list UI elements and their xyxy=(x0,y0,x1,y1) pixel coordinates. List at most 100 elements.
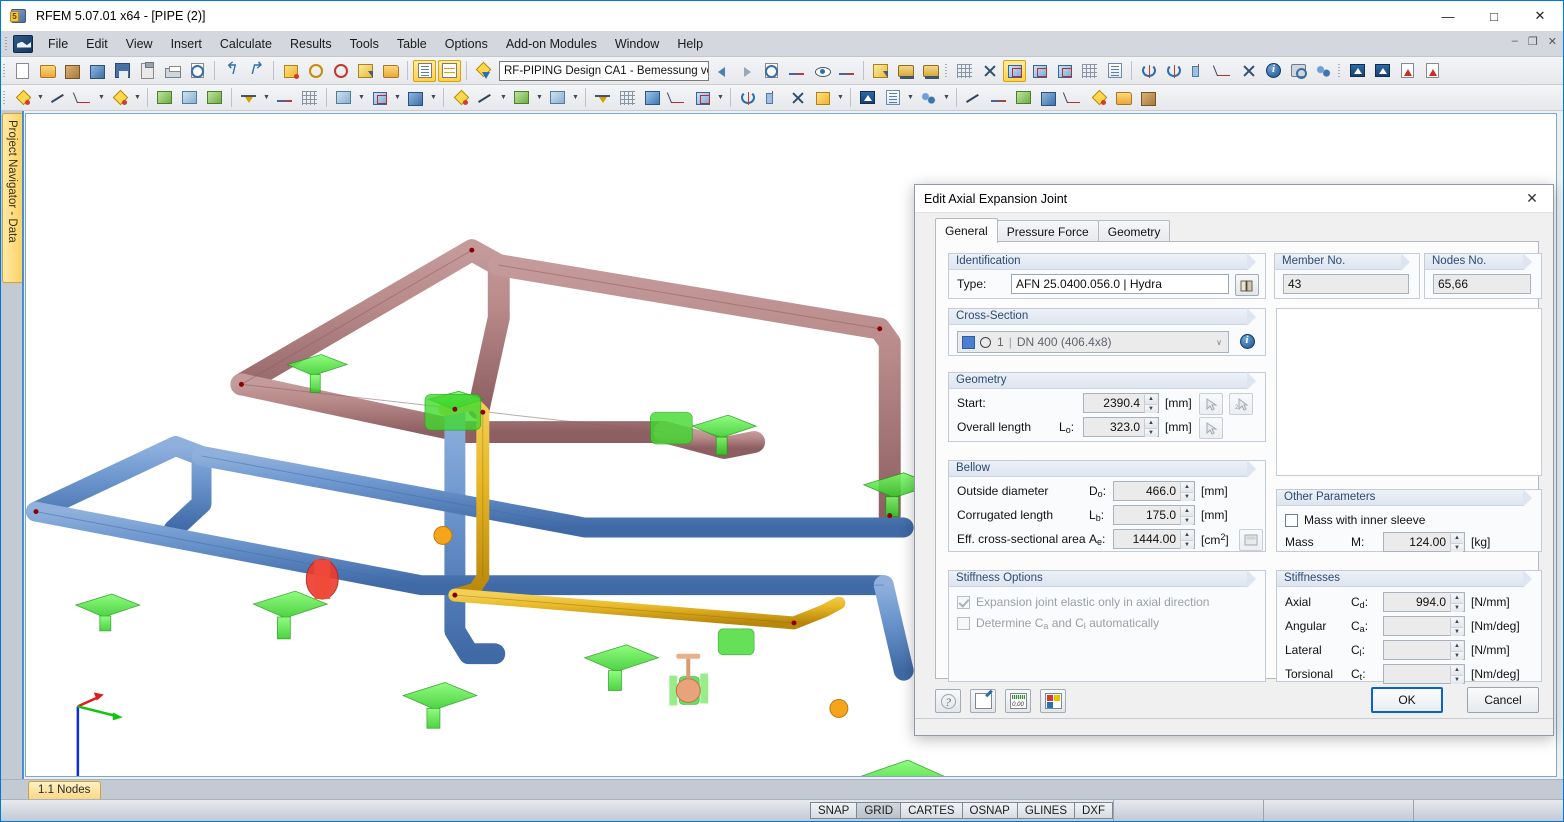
undo-button[interactable] xyxy=(220,59,243,82)
status-toggle-osnap[interactable]: OSNAP xyxy=(961,802,1018,819)
tab-nodes[interactable]: 1.1 Nodes xyxy=(28,781,102,800)
tab-geometry[interactable]: Geometry xyxy=(1097,220,1171,243)
new-surface-button[interactable] xyxy=(153,87,176,109)
tool-extra-21-button[interactable] xyxy=(1062,87,1085,109)
nav-back-button[interactable] xyxy=(710,60,733,82)
tool-extra-9-button[interactable] xyxy=(691,87,714,109)
tool-extra-11-button[interactable] xyxy=(761,87,784,109)
member-no-field[interactable]: 43 xyxy=(1283,274,1409,294)
tool-extra-13-button[interactable] xyxy=(811,87,834,109)
addon-module-button[interactable] xyxy=(472,60,495,82)
delete-node-button[interactable] xyxy=(1237,60,1260,82)
toolbar-grip-icon[interactable] xyxy=(1,89,8,107)
new-opening-button[interactable] xyxy=(368,87,391,109)
axonometric-view-button[interactable] xyxy=(1003,59,1026,82)
cross-section-combo[interactable]: 1 | DN 400 (406.4x8) ∨ xyxy=(957,331,1229,353)
geometry-start-pick2-button[interactable]: 2 xyxy=(1229,393,1253,415)
menu-file[interactable]: File xyxy=(39,34,77,54)
print-report-button[interactable] xyxy=(760,60,783,82)
geometry-start-field[interactable]: 2390.4 ▲ ▼ xyxy=(1083,393,1159,413)
mdi-restore-button[interactable]: ❐ xyxy=(1526,35,1540,48)
stiffness-lateral-spinner[interactable]: ▲ ▼ xyxy=(1450,642,1463,660)
mirror-button[interactable] xyxy=(1187,60,1210,82)
ok-button[interactable]: OK xyxy=(1371,687,1443,713)
status-toggle-snap[interactable]: SNAP xyxy=(810,802,858,819)
tool-extra-18-button[interactable] xyxy=(987,87,1010,109)
menu-view[interactable]: View xyxy=(117,34,162,54)
generate-button[interactable] xyxy=(279,60,302,82)
tool-extra-15-button[interactable] xyxy=(881,87,904,109)
cancel-button[interactable]: Cancel xyxy=(1467,687,1539,713)
clipboard-button[interactable] xyxy=(136,60,159,82)
close-button[interactable]: ✕ xyxy=(1517,1,1563,31)
module-combo[interactable]: RF-PIPING Design CA1 - Bemessung vo ▾ xyxy=(499,60,709,81)
tool-extra-3-button[interactable] xyxy=(510,87,533,109)
pdf-export-button[interactable] xyxy=(1396,60,1419,82)
new-support-dropdown[interactable]: ▼ xyxy=(261,87,272,109)
library-button[interactable] xyxy=(1235,274,1259,296)
checkbox-determine-automatically[interactable]: Determine Ca and Cl automatically xyxy=(957,616,1159,631)
redo-button[interactable] xyxy=(245,59,268,82)
bellow-area-calc-button[interactable] xyxy=(1239,529,1263,551)
tool-extra-4-dropdown[interactable]: ▼ xyxy=(570,87,581,109)
stiffness-angular-spinner[interactable]: ▲ ▼ xyxy=(1450,618,1463,636)
dimension-button[interactable] xyxy=(785,60,808,82)
new-load-button[interactable] xyxy=(332,87,355,109)
view-yz-button[interactable] xyxy=(1053,60,1076,82)
bellow-area-field[interactable]: 1444.00 ▲ ▼ xyxy=(1113,529,1195,549)
tool-extra-16-dropdown[interactable]: ▼ xyxy=(941,87,952,109)
maximize-button[interactable]: □ xyxy=(1471,1,1517,31)
tool-extra-1-button[interactable] xyxy=(449,87,472,109)
mdi-close-button[interactable]: ✕ xyxy=(1546,35,1559,48)
settings-button[interactable] xyxy=(1312,60,1335,82)
tab-general[interactable]: General xyxy=(935,218,998,243)
tool-extra-5-button[interactable] xyxy=(591,87,614,109)
bellow-cl-spinner[interactable]: ▲ ▼ xyxy=(1180,507,1193,525)
minimize-button[interactable]: — xyxy=(1425,1,1471,31)
fe-mesh-button[interactable] xyxy=(1078,60,1101,82)
geometry-length-pick-button[interactable] xyxy=(1199,417,1223,439)
comment-button[interactable] xyxy=(970,689,996,713)
menu-window[interactable]: Window xyxy=(606,34,668,54)
tool-extra-4-button[interactable] xyxy=(546,87,569,109)
bellow-cl-field[interactable]: 175.0 ▲ ▼ xyxy=(1113,505,1195,525)
units-button[interactable] xyxy=(1005,689,1031,713)
new-member-button[interactable] xyxy=(178,87,201,109)
tool-extra-8-button[interactable] xyxy=(666,87,689,109)
mass-spinner[interactable]: ▲ ▼ xyxy=(1450,534,1463,552)
new-opening-dropdown[interactable]: ▼ xyxy=(392,87,403,109)
toolbar-grip-icon[interactable] xyxy=(1336,62,1343,80)
tool-extra-24-button[interactable] xyxy=(1137,87,1160,109)
stiffness-axial-spinner[interactable]: ▲ ▼ xyxy=(1450,594,1463,612)
save-button[interactable] xyxy=(111,60,134,82)
menu-options[interactable]: Options xyxy=(436,34,497,54)
restore-window-button[interactable] xyxy=(379,60,402,82)
tool-extra-14-button[interactable] xyxy=(856,87,879,109)
menu-tools[interactable]: Tools xyxy=(341,34,388,54)
tool-extra-15-dropdown[interactable]: ▼ xyxy=(905,87,916,109)
tool-extra-17-button[interactable] xyxy=(962,87,985,109)
stiffness-axial-field[interactable]: 994.0 ▲ ▼ xyxy=(1383,592,1465,612)
open-folder-button[interactable] xyxy=(36,60,59,82)
new-node-button[interactable] xyxy=(11,87,34,109)
new-section-button[interactable] xyxy=(404,87,427,109)
geometry-start-pick-button[interactable] xyxy=(1199,393,1223,415)
geometry-start-spinner[interactable]: ▲ ▼ xyxy=(1144,395,1157,413)
value-view-button[interactable] xyxy=(835,60,858,82)
print-button[interactable] xyxy=(161,60,184,82)
menu-results[interactable]: Results xyxy=(281,34,341,54)
new-dimension-dropdown[interactable]: ▼ xyxy=(96,87,107,109)
new-section-dropdown[interactable]: ▼ xyxy=(428,87,439,109)
new-line-button[interactable] xyxy=(47,87,70,109)
checkbox-mass-inner-sleeve[interactable]: Mass with inner sleeve xyxy=(1285,513,1425,527)
menu-insert[interactable]: Insert xyxy=(162,34,211,54)
visibility-button[interactable] xyxy=(869,60,892,82)
tool-extra-3-dropdown[interactable]: ▼ xyxy=(534,87,545,109)
tool-extra-2-dropdown[interactable]: ▼ xyxy=(498,87,509,109)
new-solid-button[interactable] xyxy=(203,87,226,109)
status-toggle-glines[interactable]: GLINES xyxy=(1016,802,1075,819)
display-properties-button[interactable] xyxy=(1040,689,1066,713)
tool-extra-7-button[interactable] xyxy=(641,87,664,109)
menu-help[interactable]: Help xyxy=(668,34,712,54)
menu-grip-icon[interactable] xyxy=(3,35,11,53)
